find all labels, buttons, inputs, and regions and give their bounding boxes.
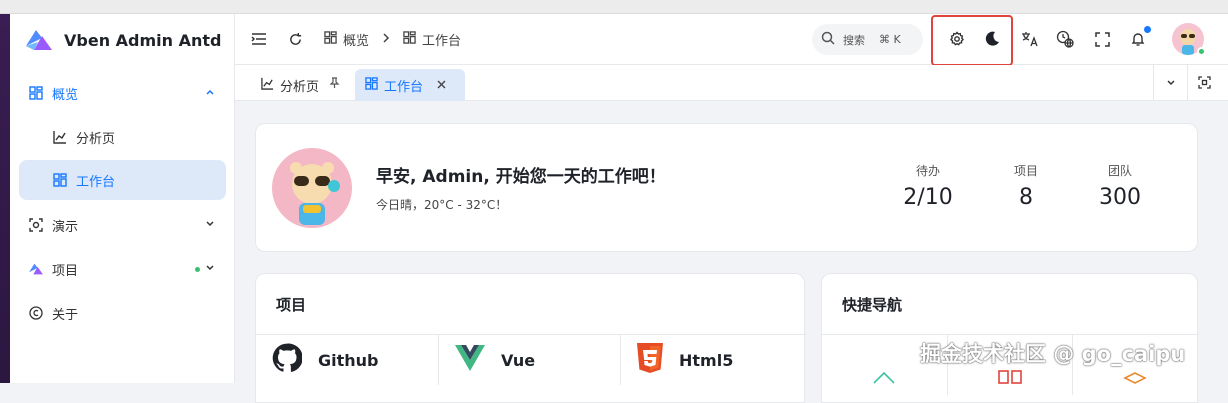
desktop-background	[0, 14, 10, 383]
close-icon[interactable]	[437, 78, 446, 93]
copyright-icon	[28, 305, 44, 321]
top-header: 概览 工作台 搜索 ⌘ K	[235, 14, 1228, 66]
projects-title: 项目	[276, 296, 307, 314]
project-item-vue[interactable]: Vue	[439, 335, 621, 385]
sidebar-item-label: 演示	[52, 219, 79, 235]
dashboard-icon	[52, 172, 68, 188]
sidebar-item-overview[interactable]: 概览	[19, 73, 226, 113]
dashboard-icon	[365, 76, 378, 94]
chart-icon	[52, 129, 68, 145]
project-name: Vue	[501, 350, 536, 370]
search-shortcut: ⌘ K	[879, 33, 901, 46]
projects-card: 项目 Github Vue Html5	[255, 273, 806, 403]
dashboard-icon	[28, 85, 44, 101]
project-item-github[interactable]: Github	[256, 335, 439, 385]
notification-dot	[1144, 26, 1151, 33]
window-frame-top	[0, 0, 1228, 14]
pin-icon[interactable]	[329, 77, 340, 93]
translate-icon[interactable]	[1020, 29, 1040, 49]
home-icon[interactable]	[872, 370, 896, 389]
sidebar-item-label: 概览	[52, 87, 79, 103]
divider	[822, 334, 1199, 335]
timezone-icon[interactable]	[1055, 29, 1075, 49]
sidebar-item-demos[interactable]: 演示	[19, 205, 226, 245]
refresh-icon[interactable]	[285, 29, 305, 49]
stat-label: 团队	[1107, 164, 1132, 178]
search-icon	[821, 31, 835, 48]
tab-label: 工作台	[384, 79, 424, 95]
dashboard-icon	[403, 31, 416, 48]
sidebar-item-project[interactable]: 项目	[19, 249, 226, 289]
chevron-right-icon	[381, 32, 391, 47]
chevron-down-icon	[204, 218, 216, 234]
breadcrumb-item[interactable]: 工作台	[422, 30, 461, 49]
chevron-up-icon	[204, 86, 216, 102]
chevron-down-icon	[1165, 74, 1177, 93]
welcome-card: 早安, Admin, 开始您一天的工作吧！ 今日晴，20°C - 32°C！ 待…	[255, 123, 1198, 252]
breadcrumb: 概览 工作台	[324, 30, 461, 49]
sidebar-item-label: 项目	[52, 263, 79, 279]
project-name: Html5	[679, 350, 734, 370]
search-label: 搜索	[843, 33, 865, 47]
stat-label: 待办	[915, 164, 940, 178]
vue-icon	[455, 345, 485, 375]
menu-toggle-icon[interactable]	[249, 29, 269, 49]
online-status-dot	[1197, 47, 1206, 56]
sidebar-item-label: 关于	[52, 307, 79, 323]
vben-logo-icon	[26, 30, 52, 50]
dashboard-icon	[324, 31, 337, 48]
sidebar-item-label: 工作台	[76, 174, 116, 190]
maximize-icon	[1198, 74, 1211, 93]
stat-value: 2/10	[903, 185, 953, 210]
sidebar-item-about[interactable]: 关于	[19, 293, 226, 333]
app-logo[interactable]: Vben Admin Antd	[24, 28, 221, 52]
tab-workspace[interactable]: 工作台	[355, 69, 465, 101]
project-name: Github	[318, 350, 379, 370]
chevron-down-icon	[204, 262, 216, 278]
welcome-greeting: 早安, Admin, 开始您一天的工作吧！	[376, 167, 666, 187]
app-title: Vben Admin Antd	[64, 30, 222, 50]
project-item-html5[interactable]: Html5	[621, 335, 806, 385]
html5-icon	[637, 343, 663, 377]
fullscreen-icon[interactable]	[1092, 29, 1112, 49]
sidebar-item-analysis[interactable]: 分析页	[19, 117, 226, 157]
search-button[interactable]: 搜索 ⌘ K	[812, 24, 923, 55]
status-dot	[195, 267, 200, 272]
stat-todo: 待办 2/10	[888, 162, 968, 210]
sidebar-item-label: 分析页	[76, 131, 116, 147]
github-icon	[272, 343, 303, 377]
layers-icon[interactable]	[1123, 370, 1147, 389]
tab-maximize-button[interactable]	[1187, 65, 1221, 101]
dashboard-icon[interactable]	[998, 369, 1022, 388]
tab-analysis[interactable]: 分析页	[251, 69, 350, 101]
stat-team: 团队 300	[1080, 162, 1160, 210]
vben-logo-icon	[28, 261, 44, 277]
stat-label: 项目	[1013, 164, 1038, 178]
stat-value: 8	[1019, 185, 1033, 210]
chart-icon	[261, 77, 274, 94]
stat-value: 300	[1099, 185, 1141, 210]
highlight-box	[931, 15, 1013, 66]
tab-dropdown-button[interactable]	[1153, 65, 1187, 101]
stat-projects: 项目 8	[986, 162, 1066, 210]
sidebar: Vben Admin Antd 概览 分析页 工作台 演示 项目 关于	[10, 14, 235, 383]
sidebar-item-workspace[interactable]: 工作台	[19, 160, 226, 200]
quick-nav-title: 快捷导航	[842, 296, 903, 314]
breadcrumb-item[interactable]: 概览	[343, 30, 369, 49]
tab-label: 分析页	[280, 79, 320, 95]
welcome-avatar	[272, 148, 352, 228]
weather-text: 今日晴，20°C - 32°C！	[376, 198, 508, 212]
watermark-text: 掘金技术社区 @ go_caipu	[920, 342, 1186, 366]
scan-icon	[28, 217, 44, 233]
tab-bar: 分析页 工作台	[235, 65, 1228, 101]
